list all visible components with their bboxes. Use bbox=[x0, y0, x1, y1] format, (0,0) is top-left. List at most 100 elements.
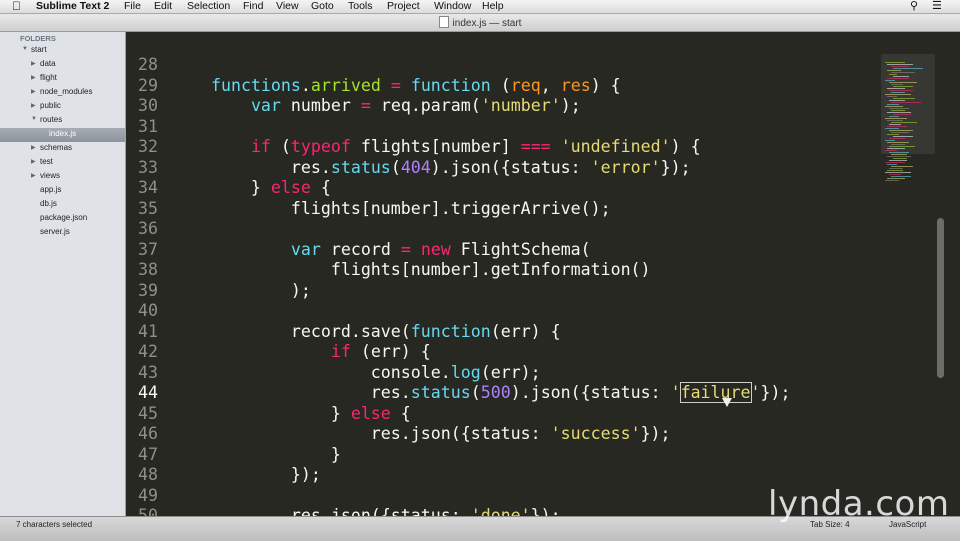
disclosure-closed-icon[interactable]: ▶ bbox=[31, 74, 36, 81]
minimap-line bbox=[889, 130, 913, 131]
minimap-line bbox=[887, 112, 911, 113]
folder-start[interactable]: ▼ start bbox=[0, 44, 125, 58]
code-token: }); bbox=[760, 383, 791, 402]
minimap-line bbox=[887, 96, 897, 97]
menu-view[interactable]: View bbox=[276, 0, 299, 12]
disclosure-closed-icon[interactable]: ▶ bbox=[31, 88, 36, 95]
code-token: new bbox=[420, 239, 451, 259]
menu-project[interactable]: Project bbox=[387, 0, 420, 12]
code-token: ) { bbox=[670, 137, 701, 156]
code-line[interactable]: if (err) { bbox=[171, 342, 431, 363]
file-server-js[interactable]: server.js bbox=[0, 226, 125, 240]
code-token: function bbox=[410, 321, 491, 341]
folder-flight[interactable]: ▶ flight bbox=[0, 72, 125, 86]
minimap-line bbox=[889, 74, 897, 75]
code-line[interactable]: } else { bbox=[171, 178, 331, 199]
disclosure-closed-icon[interactable]: ▶ bbox=[31, 60, 36, 67]
disclosure-closed-icon[interactable]: ▶ bbox=[31, 158, 36, 165]
notification-list-icon[interactable]: ☰ bbox=[932, 0, 942, 12]
code-token: log bbox=[450, 362, 481, 382]
minimap-line bbox=[891, 72, 915, 73]
disclosure-closed-icon[interactable]: ▶ bbox=[31, 172, 36, 179]
code-line[interactable]: if (typeof flights[number] === 'undefine… bbox=[171, 137, 701, 158]
menu-find[interactable]: Find bbox=[243, 0, 263, 12]
code-line[interactable]: res.status(404).json({status: 'error'}); bbox=[171, 158, 691, 179]
menu-selection[interactable]: Selection bbox=[187, 0, 230, 12]
code-line[interactable]: ); bbox=[171, 281, 311, 302]
file-app-js[interactable]: app.js bbox=[0, 184, 125, 198]
minimap-line bbox=[887, 134, 899, 135]
code-line[interactable]: flights[number].getInformation() bbox=[171, 260, 651, 281]
code-line[interactable]: } bbox=[171, 445, 341, 466]
minimap-line bbox=[889, 108, 909, 109]
file-label: server.js bbox=[40, 227, 70, 236]
minimap-line bbox=[887, 142, 909, 143]
code-line[interactable]: var record = new FlightSchema( bbox=[171, 240, 591, 261]
line-number: 28 bbox=[138, 55, 158, 74]
code-line[interactable]: record.save(function(err) { bbox=[171, 322, 561, 343]
code-token: typeof bbox=[290, 137, 351, 156]
disclosure-open-icon[interactable]: ▼ bbox=[22, 46, 28, 52]
spotlight-search-icon[interactable]: ⚲ bbox=[910, 0, 918, 12]
code-token: ( bbox=[390, 157, 401, 177]
folder-views[interactable]: ▶ views bbox=[0, 170, 125, 184]
vertical-scrollbar[interactable] bbox=[935, 32, 960, 516]
minimap-line bbox=[889, 168, 903, 169]
folder-public[interactable]: ▶ public bbox=[0, 100, 125, 114]
window-title-bar: index.js — start bbox=[0, 14, 960, 32]
minimap-line bbox=[889, 116, 899, 117]
code-line[interactable]: flights[number].triggerArrive(); bbox=[171, 199, 611, 220]
minimap-line bbox=[885, 118, 907, 119]
code-token: FlightSchema( bbox=[450, 239, 591, 259]
minimap-line bbox=[887, 64, 913, 65]
minimap[interactable] bbox=[881, 32, 935, 516]
apple-icon[interactable]:  bbox=[12, 0, 21, 13]
code-line[interactable]: functions.arrived = function (req, res) … bbox=[171, 76, 621, 97]
code-token: }); bbox=[660, 157, 691, 177]
code-token: flights[number].triggerArrive(); bbox=[171, 198, 611, 218]
folder-schemas[interactable]: ▶ schemas bbox=[0, 142, 125, 156]
folder-data[interactable]: ▶ data bbox=[0, 58, 125, 72]
document-icon bbox=[438, 16, 449, 28]
line-number: 37 bbox=[138, 239, 158, 259]
folder-node-modules[interactable]: ▶ node_modules bbox=[0, 86, 125, 100]
minimap-line bbox=[885, 80, 895, 81]
minimap-line bbox=[887, 120, 903, 121]
menu-tools[interactable]: Tools bbox=[348, 0, 373, 12]
menu-edit[interactable]: Edit bbox=[154, 0, 172, 12]
file-index-js[interactable]: index.js bbox=[0, 128, 125, 142]
code-token: } bbox=[171, 403, 351, 423]
code-line[interactable]: console.log(err); bbox=[171, 363, 541, 384]
app-name-menu[interactable]: Sublime Text 2 bbox=[36, 0, 109, 12]
code-line[interactable]: }); bbox=[171, 465, 321, 486]
code-editor[interactable]: functions.arrived = function (req, res) … bbox=[171, 32, 881, 516]
code-line[interactable]: var number = req.param('number'); bbox=[171, 96, 581, 117]
folder-test[interactable]: ▶ test bbox=[0, 156, 125, 170]
menu-file[interactable]: File bbox=[124, 0, 141, 12]
code-line[interactable]: } else { bbox=[171, 404, 411, 425]
code-line[interactable]: res.json({status: 'success'}); bbox=[171, 424, 671, 445]
code-line[interactable]: res.status(500).json({status: 'failure'}… bbox=[171, 382, 791, 404]
code-token: else bbox=[270, 178, 311, 197]
folder-routes[interactable]: ▼ routes bbox=[0, 114, 125, 128]
code-line[interactable]: res.json({status: 'done'}); bbox=[171, 506, 561, 516]
scrollbar-thumb[interactable] bbox=[937, 218, 944, 378]
folder-label: routes bbox=[40, 115, 63, 124]
menu-goto[interactable]: Goto bbox=[311, 0, 334, 12]
minimap-line bbox=[893, 98, 915, 99]
disclosure-closed-icon[interactable]: ▶ bbox=[31, 102, 36, 109]
code-token: function bbox=[410, 75, 491, 95]
disclosure-open-icon[interactable]: ▼ bbox=[31, 116, 37, 122]
disclosure-closed-icon[interactable]: ▶ bbox=[31, 144, 36, 151]
code-token: ' bbox=[670, 383, 681, 402]
menu-help[interactable]: Help bbox=[482, 0, 504, 12]
code-token: ); bbox=[171, 280, 311, 300]
minimap-line bbox=[889, 90, 913, 91]
file-package-json[interactable]: package.json bbox=[0, 212, 125, 226]
menu-window[interactable]: Window bbox=[434, 0, 471, 12]
file-db-js[interactable]: db.js bbox=[0, 198, 125, 212]
code-token: res.json({status: bbox=[171, 424, 551, 443]
code-token: 'undefined' bbox=[560, 137, 671, 156]
